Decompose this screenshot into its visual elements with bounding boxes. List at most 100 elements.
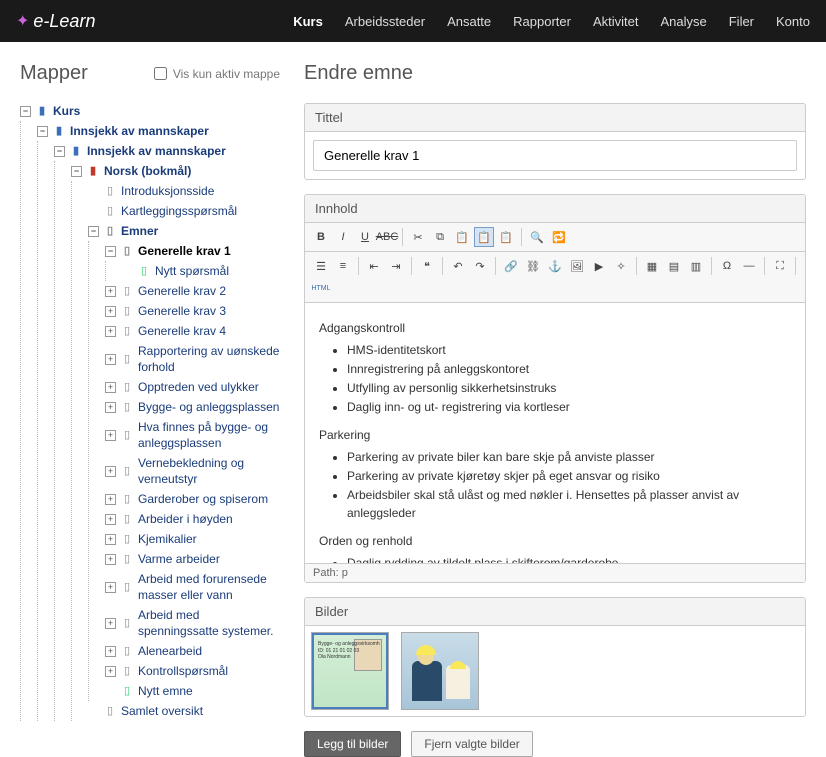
tree-varme[interactable]: +▯Varme arbeider [105,549,280,569]
indent-button[interactable]: ⇥ [386,256,406,276]
nav-analyse[interactable]: Analyse [660,14,706,29]
title-input[interactable] [313,140,797,171]
strikethrough-button[interactable]: ABC [377,227,397,247]
unlink-button[interactable]: ⛓ [523,256,543,276]
active-folder-checkbox[interactable]: Vis kun aktiv mappe [154,67,280,81]
image-button[interactable]: 🖼 [567,256,587,276]
path-value[interactable]: p [342,567,348,579]
expand-icon[interactable]: + [105,646,116,657]
tree-gard[interactable]: +▯Garderober og spiserom [105,489,280,509]
tree-gen2[interactable]: +▯Generelle krav 2 [105,281,280,301]
nav-rapporter[interactable]: Rapporter [513,14,571,29]
tree-bygge[interactable]: +▯Bygge- og anleggsplassen [105,397,280,417]
expand-icon[interactable]: + [105,494,116,505]
outdent-button[interactable]: ⇤ [364,256,384,276]
collapse-icon[interactable]: − [105,246,116,257]
tree-kjem[interactable]: +▯Kjemikalier [105,529,280,549]
hr-button[interactable]: — [739,256,759,276]
tree-kontr[interactable]: +▯Kontrollspørsmål [105,661,280,681]
tree-rapp[interactable]: +▯Rapportering av uønskede forhold [105,341,280,377]
clear-format-button[interactable]: ✧ [611,256,631,276]
cut-button[interactable]: ✂ [408,227,428,247]
expand-icon[interactable]: + [105,534,116,545]
collapse-icon[interactable]: − [71,166,82,177]
paste-text-button[interactable]: 📋 [474,227,494,247]
tree-l3[interactable]: − ▮ Norsk (bokmål) [71,161,280,181]
expand-icon[interactable]: + [105,430,116,441]
tree-gen1[interactable]: − ▯ Generelle krav 1 [105,241,280,261]
expand-icon[interactable]: + [105,514,116,525]
tree-samlet[interactable]: ▯Samlet oversikt [88,701,280,721]
tree-kart[interactable]: ▯Kartleggingsspørsmål [88,201,280,221]
blockquote-button[interactable]: ❝ [417,256,437,276]
tree-arbh[interactable]: +▯Arbeider i høyden [105,509,280,529]
expand-icon[interactable]: + [105,618,116,629]
find-button[interactable]: 🔍 [527,227,547,247]
collapse-icon[interactable]: − [54,146,65,157]
image-thumb-1[interactable]: Bygge- og anleggsvirksomhID: 01 21 01 02… [311,632,389,710]
media-button[interactable]: ▶ [589,256,609,276]
tree-foru[interactable]: +▯Arbeid med forurensede masser eller va… [105,569,280,605]
numbered-list-button[interactable]: ≡ [333,256,353,276]
image-thumb-2[interactable] [401,632,479,710]
expand-icon[interactable]: + [105,382,116,393]
folder-icon: ▮ [52,124,66,138]
table-button[interactable]: ▦ [642,256,662,276]
expand-icon[interactable]: + [105,402,116,413]
nav-kurs[interactable]: Kurs [293,14,323,29]
expand-icon[interactable]: + [105,666,116,677]
expand-icon[interactable]: + [105,554,116,565]
tree-spen[interactable]: +▯Arbeid med spenningssatte systemer. [105,605,280,641]
underline-button[interactable]: U [355,227,375,247]
remove-images-button[interactable]: Fjern valgte bilder [411,731,532,757]
active-folder-checkbox-input[interactable] [154,67,167,80]
tree-nytt[interactable]: ▯Nytt emne [105,681,280,701]
bullet-list-button[interactable]: ☰ [311,256,331,276]
table-row-button[interactable]: ▤ [664,256,684,276]
page-icon: ▯ [120,284,134,298]
tree-verne[interactable]: +▯Vernebekledning og verneutstyr [105,453,280,489]
thumb-shape [450,661,466,669]
nav-ansatte[interactable]: Ansatte [447,14,491,29]
expand-icon[interactable]: + [105,326,116,337]
undo-button[interactable]: ↶ [448,256,468,276]
collapse-icon[interactable]: − [37,126,48,137]
add-images-button[interactable]: Legg til bilder [304,731,401,757]
expand-icon[interactable]: + [105,286,116,297]
nav-filer[interactable]: Filer [729,14,754,29]
special-char-button[interactable]: Ω [717,256,737,276]
nav-arbeidssteder[interactable]: Arbeidssteder [345,14,425,29]
copy-button[interactable]: ⧉ [430,227,450,247]
italic-button[interactable]: I [333,227,353,247]
tree-intro[interactable]: ▯Introduksjonsside [88,181,280,201]
nav-aktivitet[interactable]: Aktivitet [593,14,639,29]
html-button[interactable]: HTML [311,278,331,298]
tree-oppt[interactable]: +▯Opptreden ved ulykker [105,377,280,397]
expand-icon[interactable]: + [105,582,116,593]
paste-button[interactable]: 📋 [452,227,472,247]
collapse-icon[interactable]: − [20,106,31,117]
editor-body[interactable]: Adgangskontroll HMS-identitetskort Innre… [305,303,805,563]
expand-icon[interactable]: + [105,466,116,477]
nav-konto[interactable]: Konto [776,14,810,29]
expand-icon[interactable]: + [105,354,116,365]
tree-hva[interactable]: +▯Hva finnes på bygge- og anleggsplassen [105,417,280,453]
paste-word-button[interactable]: 📋 [496,227,516,247]
expand-icon[interactable]: + [105,306,116,317]
tree-gen3[interactable]: +▯Generelle krav 3 [105,301,280,321]
link-button[interactable]: 🔗 [501,256,521,276]
table-col-button[interactable]: ▥ [686,256,706,276]
redo-button[interactable]: ↷ [470,256,490,276]
tree-emner[interactable]: − ▯ Emner [88,221,280,241]
tree-nyttsp[interactable]: ▯Nytt spørsmål [122,261,280,281]
fullscreen-button[interactable]: ⛶ [770,256,790,276]
tree-alene[interactable]: +▯Alenearbeid [105,641,280,661]
anchor-button[interactable]: ⚓ [545,256,565,276]
tree-l2[interactable]: − ▮ Innsjekk av mannskaper [54,141,280,161]
tree-root[interactable]: − ▮ Kurs [20,101,280,121]
collapse-icon[interactable]: − [88,226,99,237]
tree-gen4[interactable]: +▯Generelle krav 4 [105,321,280,341]
tree-l1[interactable]: − ▮ Innsjekk av mannskaper [37,121,280,141]
replace-button[interactable]: 🔁 [549,227,569,247]
bold-button[interactable]: B [311,227,331,247]
